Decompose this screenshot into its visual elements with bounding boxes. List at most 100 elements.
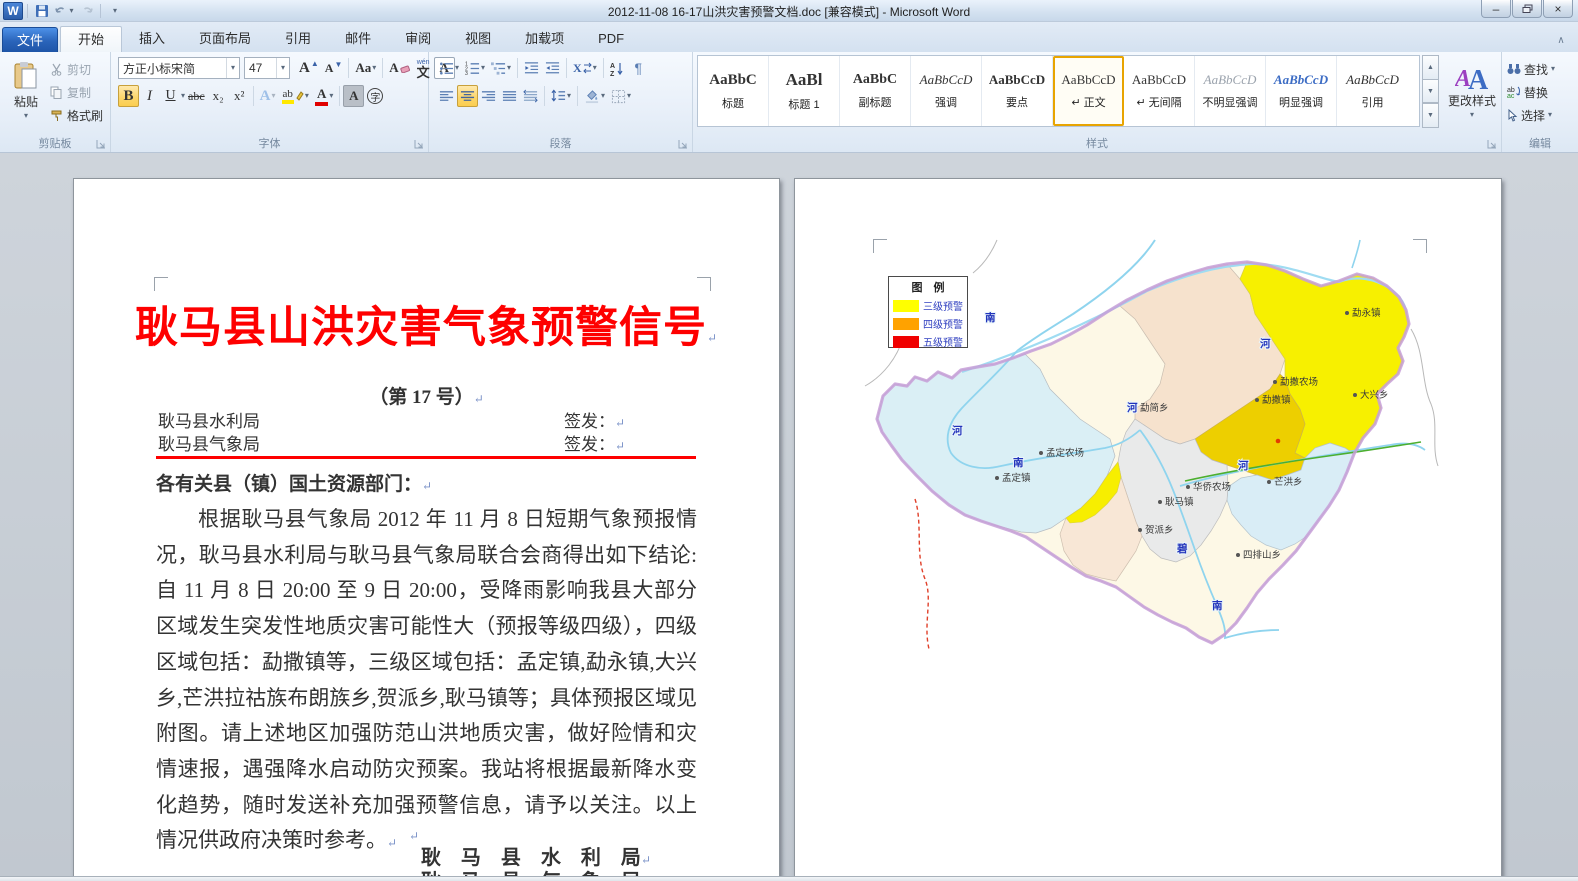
tab-mailings[interactable]: 邮件 [328,26,388,52]
format-painter-button[interactable]: 格式刷 [50,104,103,126]
org-line-1: 耿马县水利局 [158,407,260,432]
style-label: 强调 [935,94,957,110]
style-scroll-down-icon[interactable]: ▼ [1422,79,1439,104]
restore-icon [1522,4,1533,14]
align-center-icon [460,89,475,104]
undo-icon[interactable]: ▾ [54,2,74,20]
restore-button[interactable] [1512,0,1542,18]
clipboard-dialog-launcher-icon[interactable] [95,138,107,150]
tab-references[interactable]: 引用 [268,26,328,52]
style-item-emphasis[interactable]: AaBbCcD强调 [911,56,982,126]
font-dialog-launcher-icon[interactable] [413,138,425,150]
map-town-label: 孟定镇 [1002,472,1031,484]
show-marks-button[interactable]: ¶ [628,57,649,79]
document-page-1[interactable]: 耿马县山洪灾害气象预警信号↵ （第 17 号）↵ 耿马县水利局 签发：↵ 耿马县… [73,178,780,876]
font-name-select[interactable]: 方正小标宋简 ▾ [118,57,240,79]
multilevel-list-button[interactable]: ▾ [488,57,514,79]
align-center-button[interactable] [457,85,478,107]
style-item-normal[interactable]: AaBbCcD↵ 正文 [1053,56,1124,126]
justify-button[interactable] [499,85,520,107]
style-item-no-spacing[interactable]: AaBbCcD↵ 无间隔 [1124,56,1195,126]
clear-formatting-button[interactable]: A [386,57,412,79]
enclose-characters-glyph: 字 [367,88,383,104]
ribbon: 粘贴 ▾ 剪切 复制 格式刷 剪贴板 方正小标宋简 ▾ [0,52,1578,153]
minimize-button[interactable]: – [1481,0,1511,18]
tab-insert[interactable]: 插入 [122,26,182,52]
tab-addins[interactable]: 加载项 [508,26,581,52]
select-button[interactable]: 选择 ▾ [1507,104,1552,126]
bullets-button[interactable]: ▾ [436,57,462,79]
increase-indent-button[interactable] [542,57,563,79]
font-size-select[interactable]: 47 ▾ [244,57,290,79]
document-title-text: 耿马县山洪灾害气象预警信号 [135,305,707,352]
save-icon[interactable] [32,2,52,20]
select-arrow-icon [1507,109,1518,122]
style-item-subtitle[interactable]: AaBbC副标题 [840,56,911,126]
issue-number-text: （第 17 号） [369,387,474,408]
italic-button[interactable]: I [139,85,160,107]
sign-text: 签发： [564,412,615,431]
text-effects-button[interactable]: A▾ [257,85,279,107]
shrink-font-button[interactable]: A▼ [322,57,346,79]
sort-button[interactable]: AZ [607,57,628,79]
grow-font-button[interactable]: A▲ [296,57,322,79]
change-styles-button[interactable]: AA 更改样式 ▾ [1445,56,1499,132]
shading-caret-icon: ▾ [601,92,605,100]
find-label: 查找 [1524,61,1548,78]
style-item-strong[interactable]: AaBbCcD要点 [982,56,1053,126]
underline-button[interactable]: U [160,85,181,107]
font-color-button[interactable]: A▾ [312,85,336,107]
paint-bucket-icon [584,89,600,104]
tab-pdf[interactable]: PDF [581,26,641,52]
find-button[interactable]: 查找 ▾ [1507,58,1555,80]
change-case-button[interactable]: Aa▾ [352,57,379,79]
paragraph-dialog-launcher-icon[interactable] [677,138,689,150]
word-app-icon[interactable]: W [3,2,23,20]
borders-button[interactable]: ▾ [608,85,634,107]
style-item-subtle-emphasis[interactable]: AaBbCcD不明显强调 [1195,56,1266,126]
format-painter-icon [50,109,63,122]
align-left-button[interactable] [436,85,457,107]
style-scroll-up-icon[interactable]: ▲ [1422,55,1439,80]
redo-icon[interactable] [76,2,96,20]
character-shading-button[interactable]: A [343,85,364,107]
shading-button[interactable]: ▾ [581,85,608,107]
bold-button[interactable]: B [118,85,139,107]
tab-home[interactable]: 开始 [60,26,122,52]
issue-number: （第 17 号）↵ [74,382,779,409]
style-item-heading[interactable]: AaBbC标题 [698,56,769,126]
replace-button[interactable]: abac 替换 [1507,81,1548,103]
subscript-button[interactable]: x₂ [208,85,229,107]
align-right-button[interactable] [478,85,499,107]
superscript-button[interactable]: x² [229,85,250,107]
close-button[interactable]: × [1543,0,1573,18]
numbering-button[interactable]: 123 ▾ [462,57,488,79]
group-styles: AaBbC标题 AaBl标题 1 AaBbC副标题 AaBbCcD强调 AaBb… [693,52,1502,152]
document-page-2[interactable]: 勐永镇 勐撒农场 勐撒镇 大兴乡 勐简乡 孟定农场 孟定镇 华侨农场 耿马镇 贺… [794,178,1502,876]
strikethrough-button[interactable]: abc [185,85,208,107]
tab-file[interactable]: 文件 [2,27,58,52]
group-clipboard: 粘贴 ▾ 剪切 复制 格式刷 剪贴板 [0,52,111,152]
enclose-characters-button[interactable]: 字 [364,85,386,107]
tab-review[interactable]: 审阅 [388,26,448,52]
sign-label-1: 签发：↵ [564,407,625,432]
collapse-ribbon-icon[interactable]: ∧ [1552,32,1570,48]
document-area[interactable]: 耿马县山洪灾害气象预警信号↵ （第 17 号）↵ 耿马县水利局 签发：↵ 耿马县… [0,153,1578,876]
line-spacing-button[interactable]: ▾ [548,85,574,107]
style-item-heading1[interactable]: AaBl标题 1 [769,56,840,126]
tab-page-layout[interactable]: 页面布局 [182,26,268,52]
sign-label-2: 签发：↵ [564,430,625,455]
copy-button[interactable]: 复制 [50,81,91,103]
paste-button[interactable]: 粘贴 ▾ [5,56,47,132]
tab-view[interactable]: 视图 [448,26,508,52]
style-item-quote[interactable]: AaBbCcD引用 [1337,56,1408,126]
decrease-indent-button[interactable] [521,57,542,79]
asian-layout-button[interactable]: X ▾ [570,57,600,79]
style-gallery-more-icon[interactable]: ▼ [1422,102,1439,128]
style-item-intense-emphasis[interactable]: AaBbCcD明显强调 [1266,56,1337,126]
cut-button[interactable]: 剪切 [50,58,91,80]
styles-dialog-launcher-icon[interactable] [1486,138,1498,150]
distribute-button[interactable] [520,85,541,107]
text-highlight-button[interactable]: ab ▾ [279,85,312,107]
qat-customize-icon[interactable]: ▾ [105,2,125,20]
